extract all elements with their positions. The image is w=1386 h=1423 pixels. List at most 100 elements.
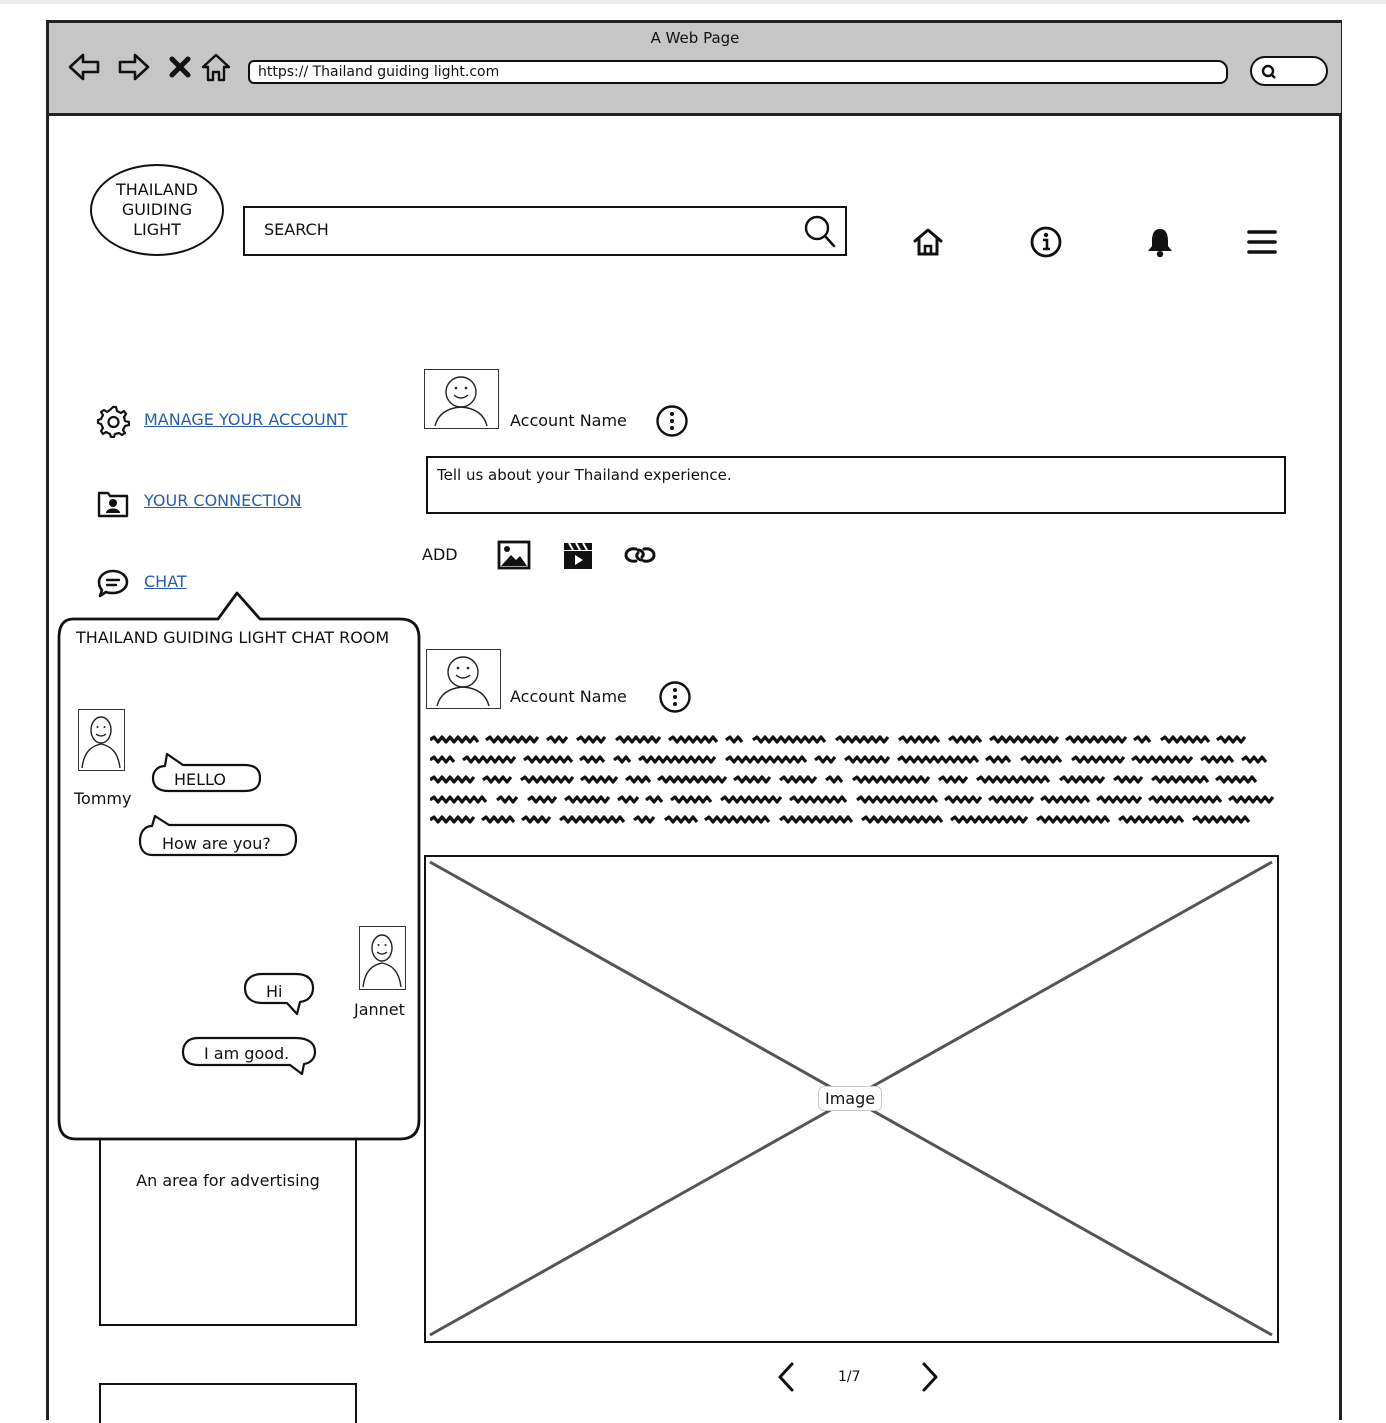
scribble-word bbox=[670, 795, 713, 804]
scribble-word bbox=[1160, 735, 1211, 744]
chat-user-name: Jannet bbox=[354, 1000, 405, 1019]
scribble-word bbox=[664, 815, 699, 824]
advertising-area-second bbox=[99, 1383, 357, 1423]
scribble-word bbox=[430, 755, 456, 764]
scribble-word bbox=[1151, 775, 1210, 784]
scribble-word bbox=[1071, 755, 1126, 764]
back-arrow-icon[interactable] bbox=[66, 50, 102, 84]
search-icon[interactable] bbox=[800, 212, 840, 252]
logo-line: THAILAND bbox=[116, 180, 198, 199]
scribble-word bbox=[752, 735, 827, 744]
bell-icon[interactable] bbox=[1140, 222, 1180, 262]
scribble-word bbox=[496, 795, 519, 804]
scribble-word bbox=[576, 735, 607, 744]
more-options-icon[interactable] bbox=[658, 680, 692, 714]
sidebar-item-your-connection[interactable]: YOUR CONNECTION bbox=[144, 491, 301, 510]
scribble-word bbox=[720, 795, 783, 804]
scribble-word bbox=[938, 775, 969, 784]
scribble-word bbox=[1241, 755, 1268, 764]
search-input[interactable] bbox=[243, 206, 847, 256]
hamburger-menu-icon[interactable] bbox=[1242, 222, 1282, 262]
image-label: Image bbox=[818, 1086, 883, 1111]
scribble-word bbox=[521, 815, 552, 824]
scribble-word bbox=[704, 815, 771, 824]
post-text-input[interactable]: Tell us about your Thailand experience. bbox=[426, 456, 1286, 514]
browser-search-field[interactable] bbox=[1250, 56, 1328, 86]
forward-arrow-icon[interactable] bbox=[116, 50, 152, 84]
chat-message: HELLO bbox=[174, 770, 226, 789]
scribble-word bbox=[1131, 755, 1194, 764]
avatar bbox=[424, 369, 499, 429]
scribble-word bbox=[725, 755, 808, 764]
scribble-word bbox=[825, 775, 844, 784]
scribble-word bbox=[633, 815, 656, 824]
scribble-word bbox=[462, 755, 517, 764]
scribble-word bbox=[1040, 795, 1091, 804]
image-pager-count: 1/7 bbox=[838, 1369, 861, 1385]
scribble-word bbox=[564, 795, 611, 804]
scribble-word bbox=[948, 735, 983, 744]
chat-room-title: THAILAND GUIDING LIGHT CHAT ROOM bbox=[76, 628, 390, 647]
info-icon[interactable] bbox=[1026, 222, 1066, 262]
scribble-word bbox=[580, 775, 619, 784]
scribble-word bbox=[430, 795, 488, 804]
image-icon[interactable] bbox=[496, 538, 532, 572]
top-strip bbox=[0, 0, 1386, 4]
sidebar-item-chat[interactable]: CHAT bbox=[144, 572, 187, 591]
chat-user-name: Tommy bbox=[74, 789, 132, 808]
scribble-word bbox=[976, 775, 1051, 784]
scribble-word bbox=[844, 755, 891, 764]
scribble-word bbox=[482, 775, 513, 784]
scribble-word bbox=[546, 735, 569, 744]
scribble-word bbox=[856, 795, 939, 804]
scribble-word bbox=[725, 735, 744, 744]
scribble-word bbox=[1118, 815, 1185, 824]
magnifier-icon bbox=[1261, 64, 1276, 79]
close-x-icon[interactable] bbox=[162, 50, 198, 84]
scribble-word bbox=[523, 755, 574, 764]
chat-message: Hi bbox=[266, 982, 283, 1001]
scribble-word bbox=[668, 735, 719, 744]
scribble-word bbox=[944, 795, 983, 804]
address-bar[interactable]: https:// Thailand guiding light.com bbox=[248, 60, 1228, 84]
scribble-word bbox=[559, 815, 626, 824]
avatar-tommy bbox=[78, 709, 125, 771]
scribble-word bbox=[989, 735, 1060, 744]
contact-card-icon bbox=[96, 486, 130, 520]
scribble-word bbox=[481, 815, 516, 824]
home-outline-icon[interactable] bbox=[198, 50, 234, 84]
scribble-word bbox=[1036, 815, 1111, 824]
avatar-jannet bbox=[359, 926, 406, 990]
scribble-word bbox=[1065, 735, 1128, 744]
scribble-word bbox=[1020, 755, 1063, 764]
account-name: Account Name bbox=[510, 687, 627, 706]
advertising-text: An area for advertising bbox=[136, 1171, 320, 1190]
scribble-word bbox=[897, 755, 980, 764]
video-clapper-icon[interactable] bbox=[560, 538, 596, 572]
home-icon[interactable] bbox=[908, 222, 948, 262]
more-options-icon[interactable] bbox=[655, 404, 689, 438]
scribble-word bbox=[625, 775, 652, 784]
next-image-button[interactable] bbox=[914, 1360, 944, 1394]
scribble-word bbox=[430, 775, 476, 784]
scribble-word bbox=[1133, 735, 1152, 744]
account-name: Account Name bbox=[510, 411, 627, 430]
scribble-word bbox=[520, 775, 575, 784]
scribble-word bbox=[579, 755, 606, 764]
scribble-word bbox=[789, 795, 848, 804]
logo-line: LIGHT bbox=[133, 220, 181, 239]
link-icon[interactable] bbox=[622, 538, 658, 572]
scribble-word bbox=[638, 755, 717, 764]
scribble-word bbox=[1216, 735, 1247, 744]
scribble-word bbox=[485, 735, 540, 744]
scribble-word bbox=[1215, 775, 1258, 784]
scribble-word bbox=[1148, 795, 1223, 804]
scribble-word bbox=[779, 815, 854, 824]
scribble-word bbox=[985, 755, 1012, 764]
search-placeholder: SEARCH bbox=[264, 220, 329, 239]
previous-image-button[interactable] bbox=[772, 1360, 802, 1394]
sidebar-item-manage-account[interactable]: MANAGE YOUR ACCOUNT bbox=[144, 410, 347, 429]
scribble-word bbox=[898, 735, 941, 744]
scribble-word bbox=[779, 775, 818, 784]
site-logo[interactable]: THAILAND GUIDING LIGHT bbox=[90, 164, 224, 256]
